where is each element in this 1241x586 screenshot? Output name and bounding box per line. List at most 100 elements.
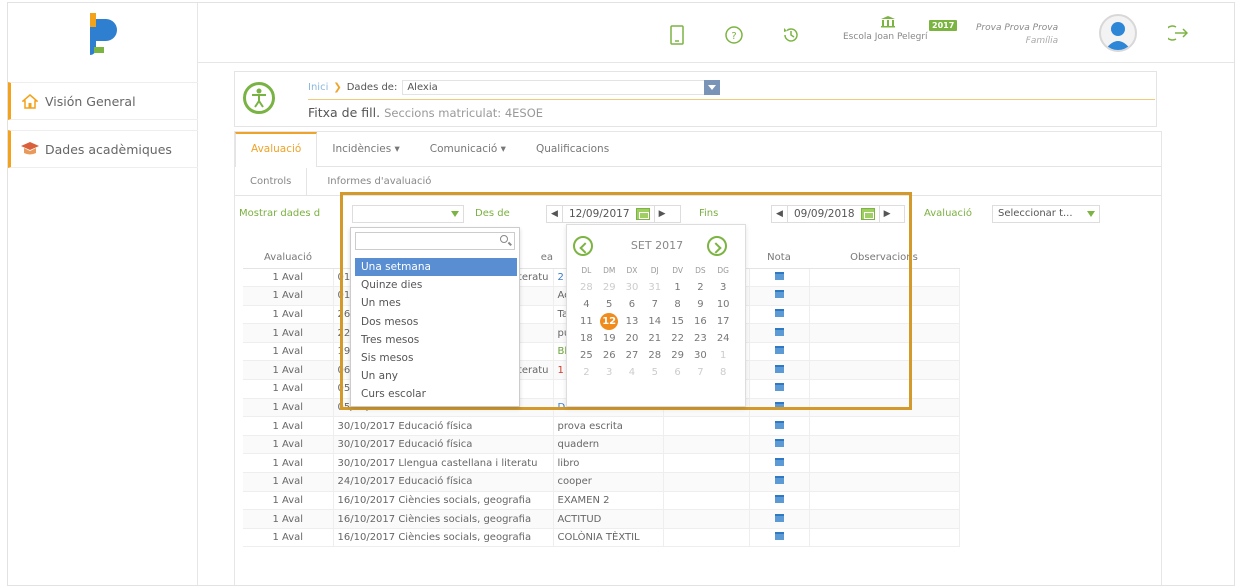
calendar-day[interactable]: 8 xyxy=(666,296,689,313)
calendar-day[interactable]: 9 xyxy=(689,296,712,313)
cell-avaluacio: 1 Aval xyxy=(243,398,334,418)
calendar-week: 25 26 27 28 29 30 1 xyxy=(575,347,735,364)
calendar-day[interactable]: 16 xyxy=(689,313,712,330)
tablet-icon[interactable] xyxy=(667,25,687,45)
dropdown-option[interactable]: Un mes xyxy=(355,294,517,312)
period-options: Una setmana Quinze dies Un mes Dos mesos Tre… xyxy=(355,258,517,404)
calendar-day[interactable]: 6 xyxy=(621,296,644,313)
calendar-day[interactable]: 31 xyxy=(643,279,666,296)
history-icon[interactable] xyxy=(781,25,801,45)
cell-nota xyxy=(749,453,810,474)
dropdown-option[interactable]: Curs escolar xyxy=(355,385,517,403)
chevron-down-icon[interactable] xyxy=(704,80,721,95)
calendar-day[interactable]: 7 xyxy=(689,364,712,381)
table-row[interactable]: 1 Aval 30/10/2017 Educació física quadern xyxy=(243,435,960,455)
calendar-weekday: DJ xyxy=(650,266,659,275)
grade-calendar-icon[interactable] xyxy=(774,439,784,448)
calendar-day[interactable]: 23 xyxy=(689,330,712,347)
cell-empty xyxy=(663,509,750,529)
table-row[interactable]: 1 Aval 16/10/2017 Ciències socials, geogr… xyxy=(243,491,960,511)
user-info[interactable]: Prova Prova Prova Família xyxy=(976,23,1058,46)
dropdown-option[interactable]: Tres mesos xyxy=(355,331,517,349)
cell-activity: ACTITUD xyxy=(553,509,664,529)
help-icon[interactable]: ? xyxy=(724,25,744,45)
cell-avaluacio: 1 Aval xyxy=(243,268,334,288)
calendar-day[interactable]: 3 xyxy=(598,364,621,381)
table-row[interactable]: 1 Aval 16/10/2017 Ciències socials, geogr… xyxy=(243,509,960,529)
calendar-day[interactable]: 15 xyxy=(666,313,689,330)
calendar-day-selected[interactable]: 12 xyxy=(598,313,621,330)
calendar-day[interactable]: 3 xyxy=(712,279,735,296)
calendar-day[interactable]: 20 xyxy=(621,330,644,347)
dropdown-option[interactable]: Una setmana xyxy=(355,258,517,277)
table-row[interactable]: 1 Aval 30/10/2017 Llengua castellana i li… xyxy=(243,453,960,474)
calendar-day[interactable]: 11 xyxy=(575,313,598,330)
grade-calendar-icon[interactable] xyxy=(774,532,784,541)
calendar-day[interactable]: 5 xyxy=(598,296,621,313)
grade-calendar-icon[interactable] xyxy=(774,457,784,466)
avatar[interactable] xyxy=(1099,14,1137,52)
graduation-cap-icon xyxy=(15,141,45,157)
calendar-week: 18 19 20 21 22 23 24 xyxy=(575,330,735,347)
calendar-day[interactable]: 30 xyxy=(621,279,644,296)
calendar-day[interactable]: 22 xyxy=(666,330,689,347)
app-logo[interactable] xyxy=(76,9,128,63)
logout-icon[interactable] xyxy=(1168,24,1188,42)
dropdown-option[interactable]: Un any xyxy=(355,367,517,385)
calendar-day[interactable]: 24 xyxy=(712,330,735,347)
arrow-right-icon[interactable] xyxy=(707,236,727,256)
calendar-day[interactable]: 1 xyxy=(712,347,735,364)
calendar-day[interactable]: 5 xyxy=(643,364,666,381)
table-row[interactable]: 1 Aval 24/10/2017 Educació física cooper xyxy=(243,472,960,492)
calendar-day[interactable]: 26 xyxy=(598,347,621,364)
col-avaluacio[interactable]: Avaluació xyxy=(243,247,333,269)
subtab-informes[interactable]: Informes d'avaluació xyxy=(307,168,451,195)
tab-incidencies[interactable]: Incidències ▾ xyxy=(317,132,414,167)
calendar-day[interactable]: 10 xyxy=(712,296,735,313)
calendar-day[interactable]: 4 xyxy=(575,296,598,313)
subtab-controls[interactable]: Controls xyxy=(235,168,308,195)
tab-qualificacions[interactable]: Qualificacions xyxy=(521,132,624,167)
cell-avaluacio: 1 Aval xyxy=(243,453,334,474)
calendar-day[interactable]: 29 xyxy=(598,279,621,296)
table-row[interactable]: 1 Aval 30/10/2017 Educació física prova es… xyxy=(243,416,960,436)
calendar-day[interactable]: 25 xyxy=(575,347,598,364)
cell-date-subject: 30/10/2017 Educació física xyxy=(333,435,554,455)
cell-date-subject: 24/10/2017 Educació física xyxy=(333,472,554,492)
calendar-day[interactable]: 2 xyxy=(575,364,598,381)
calendar-day[interactable]: 29 xyxy=(666,347,689,364)
student-select[interactable]: Alexia xyxy=(402,80,721,95)
dropdown-option[interactable]: Dos mesos xyxy=(355,313,517,331)
dropdown-option[interactable]: Quinze dies xyxy=(355,276,517,294)
sidebar-item-vision-general[interactable]: Visión General xyxy=(8,82,198,120)
calendar-day[interactable]: 2 xyxy=(689,279,712,296)
sidebar-item-dades-academiques[interactable]: Dades acadèmiques xyxy=(8,130,198,168)
table-row[interactable]: 1 Aval 16/10/2017 Ciències socials, geogr… xyxy=(243,528,960,548)
calendar-day[interactable]: 27 xyxy=(621,347,644,364)
calendar-day[interactable]: 8 xyxy=(712,364,735,381)
grade-calendar-icon[interactable] xyxy=(774,494,784,503)
calendar-day[interactable]: 4 xyxy=(621,364,644,381)
calendar-day[interactable]: 30 xyxy=(689,347,712,364)
calendar-day[interactable]: 6 xyxy=(666,364,689,381)
calendar-day[interactable]: 28 xyxy=(575,279,598,296)
tab-avaluacio[interactable]: Avaluació xyxy=(235,132,318,167)
evaluation-select[interactable]: Seleccionar t... xyxy=(992,205,1100,223)
calendar-day[interactable]: 19 xyxy=(598,330,621,347)
calendar-day[interactable]: 17 xyxy=(712,313,735,330)
grade-calendar-icon[interactable] xyxy=(774,513,784,522)
breadcrumb-home[interactable]: Inici xyxy=(308,82,328,93)
calendar-day[interactable]: 21 xyxy=(643,330,666,347)
dropdown-option[interactable]: Sis mesos xyxy=(355,349,517,367)
calendar-day[interactable]: 7 xyxy=(643,296,666,313)
grade-calendar-icon[interactable] xyxy=(774,420,784,429)
calendar-day[interactable]: 28 xyxy=(643,347,666,364)
grade-calendar-icon[interactable] xyxy=(774,476,784,485)
dropdown-search-input[interactable] xyxy=(355,232,515,250)
calendar-day[interactable]: 1 xyxy=(666,279,689,296)
calendar-day[interactable]: 18 xyxy=(575,330,598,347)
cell-observacions xyxy=(809,416,960,436)
calendar-day[interactable]: 13 xyxy=(621,313,644,330)
calendar-day[interactable]: 14 xyxy=(643,313,666,330)
tab-comunicacio[interactable]: Comunicació ▾ xyxy=(415,132,521,167)
